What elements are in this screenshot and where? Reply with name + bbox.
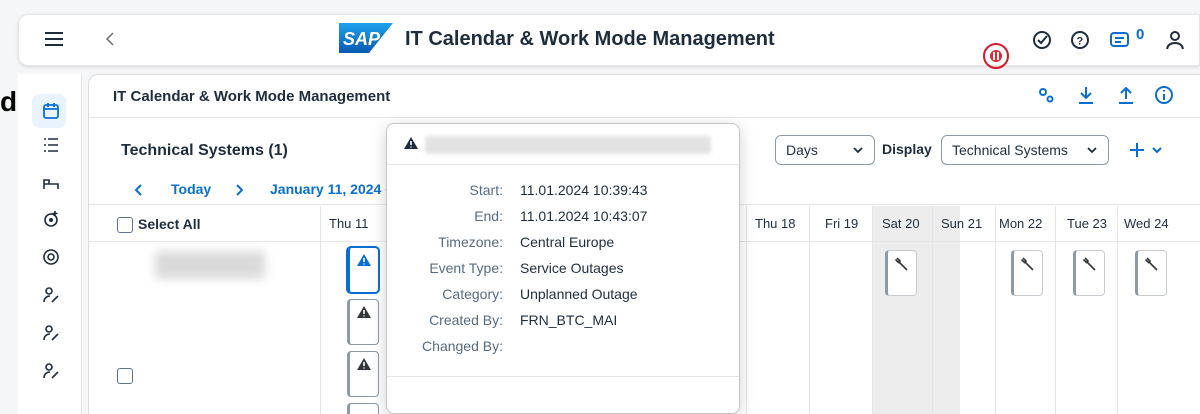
menu-icon[interactable] (43, 28, 65, 50)
calendar-icon[interactable] (42, 102, 60, 120)
wrench-icon (894, 257, 908, 271)
maintenance-item[interactable] (1073, 250, 1105, 296)
detail-label: Category: (442, 286, 503, 302)
detail-label: Created By: (429, 312, 503, 328)
detail-value: 11.01.2024 10:43:07 (520, 208, 648, 224)
person-edit-icon[interactable] (42, 324, 60, 342)
row-checkbox[interactable] (117, 368, 133, 384)
settings-icon[interactable] (42, 210, 60, 228)
at-icon[interactable] (42, 248, 60, 266)
display-select[interactable]: Technical Systems (941, 135, 1109, 165)
detail-row-category: Category: Unplanned Outage (387, 286, 739, 308)
system-name-redacted (155, 251, 265, 279)
wrench-icon (1144, 257, 1158, 271)
detail-row-changed-by: Changed By: (387, 338, 739, 360)
detail-label: Changed By: (422, 338, 503, 354)
detail-label: Event Type: (429, 260, 503, 276)
info-icon[interactable] (1153, 84, 1175, 106)
person-edit-icon[interactable] (42, 286, 60, 304)
select-all-checkbox[interactable] (117, 217, 133, 233)
day-header: Thu 18 (755, 216, 796, 231)
detail-row-start: Start: 11.01.2024 10:39:43 (387, 182, 739, 204)
detail-value: Service Outages (520, 260, 624, 276)
page-title: IT Calendar & Work Mode Management (113, 88, 391, 105)
record-icon[interactable] (983, 43, 1009, 69)
day-header: Mon 22 (999, 216, 1043, 231)
event-details-popover: Start: 11.01.2024 10:39:43 End: 11.01.20… (386, 123, 740, 414)
detail-row-end: End: 11.01.2024 10:43:07 (387, 208, 739, 230)
workmode-icon[interactable] (42, 174, 60, 192)
detail-label: End: (474, 208, 503, 224)
gears-icon[interactable] (1035, 84, 1057, 106)
app-title: IT Calendar & Work Mode Management (405, 28, 775, 50)
event-item[interactable] (347, 299, 379, 345)
view-select-value: Days (786, 142, 818, 158)
detail-value: Central Europe (520, 234, 615, 250)
maintenance-item[interactable] (1135, 250, 1167, 296)
chevron-down-icon (1087, 147, 1097, 154)
upload-icon[interactable] (1115, 84, 1137, 106)
event-item[interactable] (347, 247, 379, 293)
detail-row-created-by: Created By: FRN_BTC_MAI (387, 312, 739, 334)
shell-bar: SAP IT Calendar & Work Mode Management ?… (18, 14, 1200, 69)
detail-value: 11.01.2024 10:39:43 (520, 182, 648, 198)
day-header: Sat 20 (882, 216, 920, 231)
popover-separator (387, 164, 739, 165)
view-select[interactable]: Days (775, 135, 875, 165)
notification-count[interactable]: 0 (1136, 26, 1144, 43)
warning-icon (404, 137, 418, 149)
detail-row-event-type: Event Type: Service Outages (387, 260, 739, 282)
wrench-icon (1082, 257, 1096, 271)
day-header: Sun 21 (941, 216, 983, 231)
detail-label: Start: (469, 182, 503, 198)
day-header: Thu 11 (329, 216, 369, 231)
header-separator (89, 117, 1200, 118)
event-item[interactable] (347, 351, 379, 397)
side-navigation (18, 74, 82, 414)
add-button[interactable] (1123, 135, 1171, 165)
detail-label: Timezone: (438, 234, 503, 250)
day-header: Wed 24 (1124, 216, 1169, 231)
maintenance-item[interactable] (885, 250, 917, 296)
sap-logo-text: SAP (343, 29, 381, 49)
today-button[interactable]: Today (171, 181, 211, 197)
back-icon[interactable] (103, 29, 117, 49)
event-item[interactable] (347, 403, 379, 414)
display-select-value: Technical Systems (952, 142, 1068, 158)
date-range[interactable]: January 11, 2024 - (270, 181, 390, 197)
detail-row-timezone: Timezone: Central Europe (387, 234, 739, 256)
next-icon[interactable] (233, 183, 245, 197)
person-edit-icon[interactable] (42, 362, 60, 380)
maintenance-item[interactable] (1011, 250, 1043, 296)
detail-value: Unplanned Outage (520, 286, 638, 302)
user-icon[interactable] (1164, 29, 1186, 51)
svg-text:?: ? (1077, 36, 1084, 48)
edge-text: d (0, 86, 18, 117)
download-icon[interactable] (1075, 84, 1097, 106)
warning-icon (357, 306, 371, 318)
display-label: Display (882, 141, 932, 157)
help-icon[interactable]: ? (1069, 29, 1091, 51)
activity-icon[interactable] (1031, 29, 1053, 51)
detail-value: FRN_BTC_MAI (520, 312, 618, 328)
notification-icon[interactable] (1109, 29, 1131, 51)
wrench-icon (1020, 257, 1034, 271)
prev-icon[interactable] (133, 183, 145, 197)
list-icon[interactable] (42, 136, 60, 154)
day-header: Fri 19 (825, 216, 859, 231)
popover-footer-separator (387, 376, 739, 377)
day-header: Tue 23 (1067, 216, 1107, 231)
table-title: Technical Systems (1) (121, 142, 288, 159)
warning-icon (357, 254, 371, 266)
select-all-label: Select All (138, 216, 201, 232)
sap-logo: SAP (339, 23, 393, 53)
warning-icon (357, 358, 371, 370)
chevron-down-icon (853, 147, 863, 154)
event-title-redacted (425, 136, 711, 154)
